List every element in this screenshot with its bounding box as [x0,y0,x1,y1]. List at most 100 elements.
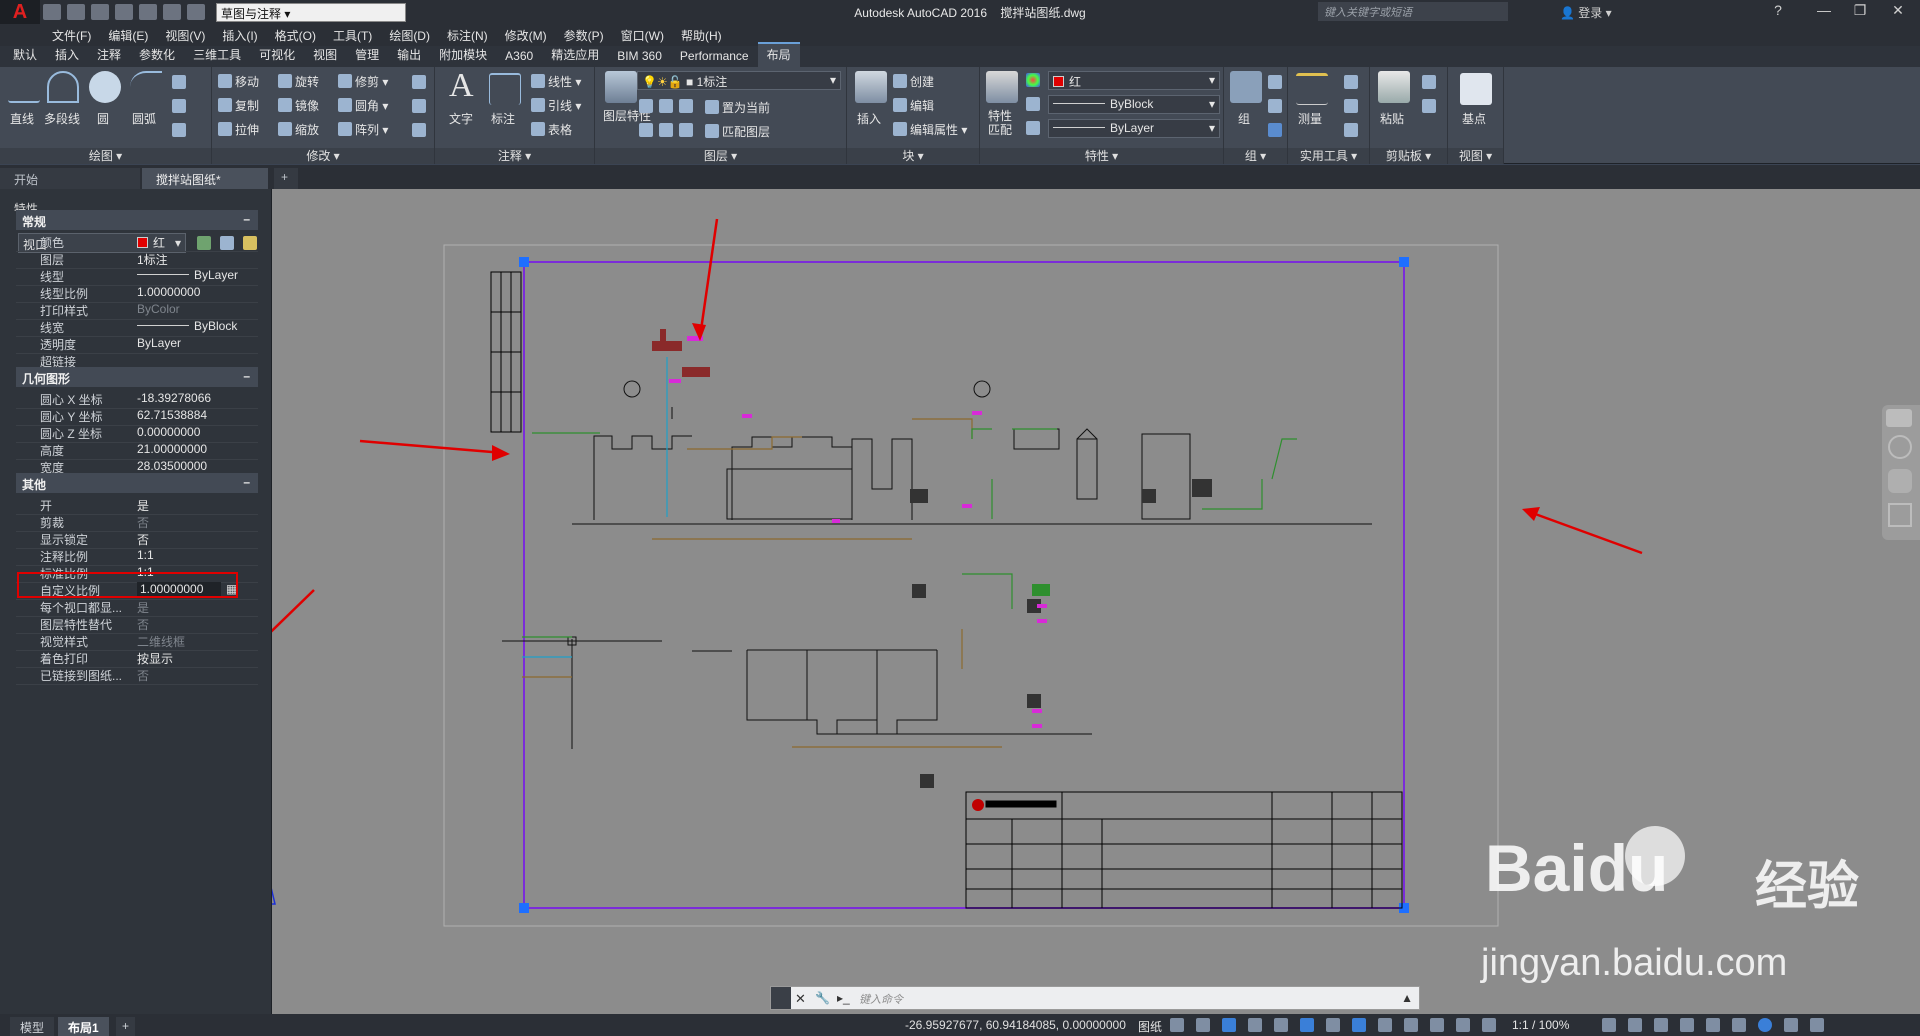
autocad-logo-icon[interactable]: A [0,0,40,24]
redo-icon[interactable] [187,4,205,20]
menu-draw[interactable]: 绘图(D) [389,27,430,44]
plot-icon[interactable] [139,4,157,20]
snap-icon[interactable] [1170,1018,1184,1032]
boundary-icon[interactable] [172,123,186,137]
match-layer-button[interactable]: 匹配图层 [705,123,770,140]
layer-tool-icon[interactable] [639,99,653,113]
edit-block-button[interactable]: 编辑 [893,97,934,114]
rotate-button[interactable]: 旋转 [278,73,319,90]
clean-screen-icon[interactable] [1784,1018,1798,1032]
open-icon[interactable] [67,4,85,20]
create-block-button[interactable]: 创建 [893,73,934,90]
group-select-icon[interactable] [1268,123,1282,137]
menu-insert[interactable]: 插入(I) [222,27,257,44]
explode-icon[interactable] [412,99,426,113]
collapse-icon[interactable]: – [243,212,250,226]
viewport-grip[interactable] [1399,257,1409,267]
insert-block-button[interactable]: 插入 [857,110,881,127]
layout-tab-layout1[interactable]: 布局1 [58,1017,109,1036]
linear-button[interactable]: 线性 ▾ [531,73,581,90]
dimension-icon[interactable] [489,73,521,105]
layer-tool-icon[interactable] [639,123,653,137]
color-select[interactable]: 红 ▾ [1048,71,1220,90]
viewport-grip[interactable] [519,903,529,913]
tab-home[interactable]: 默认 [4,44,46,67]
selection-filter-icon[interactable] [1456,1018,1470,1032]
save-icon[interactable] [91,4,109,20]
dimension-button[interactable]: 标注 [491,110,515,127]
transparency-icon[interactable] [1352,1018,1366,1032]
fillet-button[interactable]: 圆角 ▾ [338,97,388,114]
isodraft-icon[interactable] [1248,1018,1262,1032]
section-general[interactable]: 常规 – [16,210,258,230]
cmd-grip[interactable] [771,987,791,1009]
property-value[interactable]: 否 [137,667,149,684]
paste-button[interactable]: 粘贴 [1380,110,1404,127]
tab-output[interactable]: 输出 [388,44,430,67]
doc-tab-start[interactable]: 开始 [0,168,140,189]
menu-tools[interactable]: 工具(T) [333,27,372,44]
nav-close-icon[interactable] [1886,409,1912,427]
tab-3d-tools[interactable]: 三维工具 [184,44,250,67]
tab-visualize[interactable]: 可视化 [250,44,304,67]
collapse-icon[interactable]: – [243,475,250,489]
util-icon[interactable] [1344,123,1358,137]
ungroup-icon[interactable] [1268,75,1282,89]
plus-icon[interactable] [1628,1018,1642,1032]
settings-gear-icon[interactable] [1602,1018,1616,1032]
close-button[interactable]: ✕ [1880,2,1916,22]
minimize-button[interactable]: — [1806,2,1842,22]
command-input[interactable]: 键入命令 [859,991,903,1007]
layer-tool-icon[interactable] [679,123,693,137]
collapse-icon[interactable]: – [243,369,250,383]
new-icon[interactable] [43,4,61,20]
panel-annotation-title[interactable]: 注释 ▾ [435,148,594,164]
steering-wheel-icon[interactable] [1888,435,1912,459]
polar-icon[interactable] [1222,1018,1236,1032]
tab-layout[interactable]: 布局 [757,42,800,67]
property-value[interactable]: 1:1 [137,548,154,562]
menu-edit[interactable]: 编辑(E) [108,27,148,44]
viewport-grip[interactable] [519,257,529,267]
tab-parametric[interactable]: 参数化 [130,44,184,67]
arc-icon[interactable] [130,71,162,103]
menu-format[interactable]: 格式(O) [275,27,316,44]
saveas-icon[interactable] [115,4,133,20]
util-icon[interactable] [1344,75,1358,89]
property-value[interactable]: ByBlock [137,319,237,333]
property-value[interactable]: 28.03500000 [137,459,207,473]
panel-utilities-title[interactable]: 实用工具 ▾ [1288,148,1369,164]
property-value[interactable]: 21.00000000 [137,442,207,456]
tab-annotate[interactable]: 注释 [88,44,130,67]
tab-addins[interactable]: 附加模块 [430,44,496,67]
workspace-select[interactable]: 草图与注释 ▾ [216,2,406,22]
match-properties-icon[interactable] [986,71,1018,103]
layout-tab-model[interactable]: 模型 [10,1017,55,1036]
menu-file[interactable]: 文件(F) [52,27,91,44]
paper-space-toggle[interactable]: 图纸 [1138,1018,1162,1035]
make-current-button[interactable]: 置为当前 [705,99,770,116]
line-icon[interactable] [8,71,40,103]
table-button[interactable]: 表格 [531,121,572,138]
layer-select[interactable]: 💡☀🔓 ■ 1标注 ▾ [637,71,841,90]
layer-tool-icon[interactable] [659,99,673,113]
panel-draw-title[interactable]: 绘图 ▾ [0,148,211,164]
cmd-close-icon[interactable]: ✕ [795,991,806,1007]
customization-icon[interactable] [1810,1018,1824,1032]
pan-hand-icon[interactable] [1888,469,1912,493]
login-button[interactable]: 👤 登录 ▾ [1560,4,1612,21]
hardware-acceleration-icon[interactable] [1758,1018,1772,1032]
command-line[interactable]: ✕ 🔧 ▸_ 键入命令 ▲ [770,986,1420,1010]
annotation-scale[interactable]: 1:1 / 100% [1512,1018,1569,1032]
base-view-button[interactable]: 基点 [1462,110,1486,127]
panel-block-title[interactable]: 块 ▾ [847,148,979,164]
text-button[interactable]: 文字 [449,110,473,127]
match-properties-button[interactable]: 特性匹配 [988,109,1016,137]
selection-cycling-icon[interactable] [1378,1018,1392,1032]
section-misc[interactable]: 其他 – [16,473,258,493]
copy-clip-icon[interactable] [1422,99,1436,113]
property-value[interactable]: 62.71538884 [137,408,207,422]
lineweight-icon[interactable] [1026,121,1040,135]
color-wheel-icon[interactable] [1026,73,1040,87]
dynamic-ucs-icon[interactable] [1430,1018,1444,1032]
